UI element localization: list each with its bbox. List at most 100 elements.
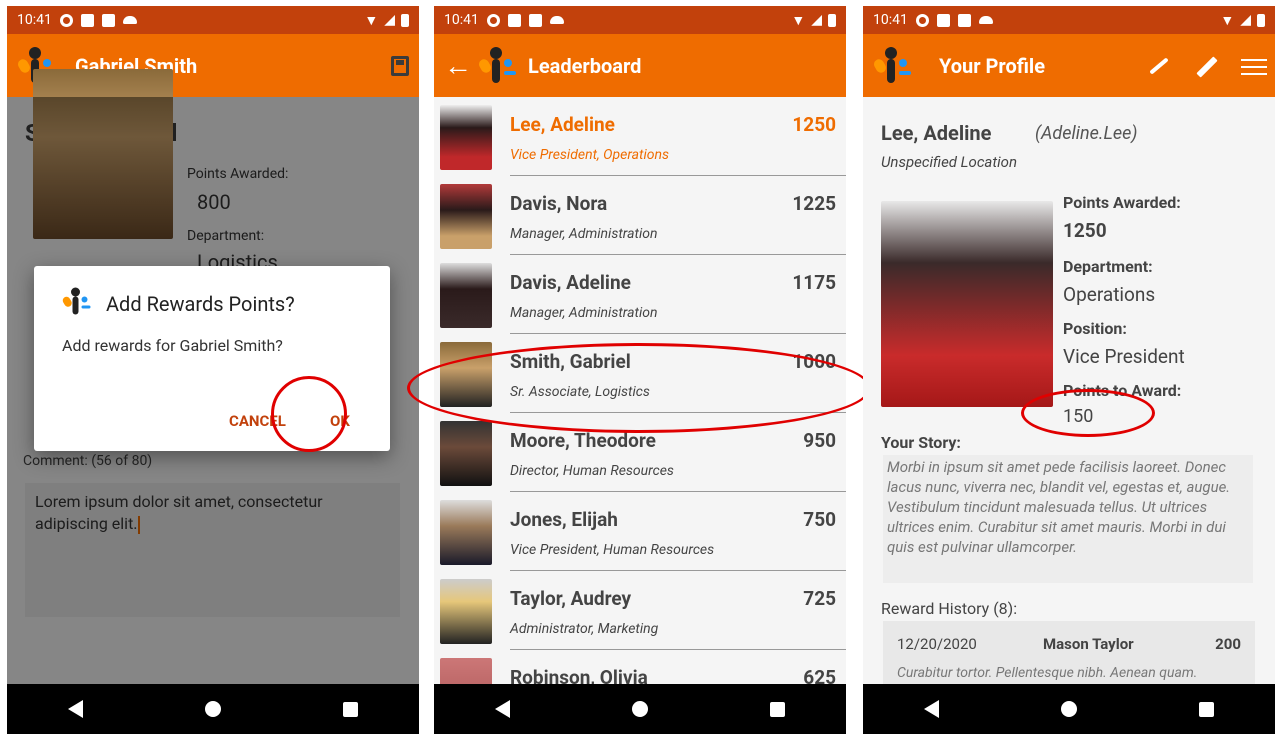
avatar bbox=[440, 421, 492, 486]
employee-name: Davis, Adeline bbox=[510, 271, 631, 294]
profile-name: Lee, Adeline bbox=[881, 121, 992, 145]
battery-icon bbox=[1257, 13, 1265, 27]
list-item[interactable]: Jones, Elijah Vice President, Human Reso… bbox=[434, 492, 846, 571]
signal-icon: ◢ bbox=[1240, 12, 1251, 28]
status-bar: 10:41 ▼ ◢ bbox=[7, 6, 419, 34]
points-value: 1250 bbox=[1063, 219, 1107, 242]
battery-icon bbox=[401, 13, 409, 27]
smith-highlight-ring bbox=[407, 343, 871, 433]
list-item[interactable]: Lee, Adeline Vice President, Operations … bbox=[434, 97, 846, 176]
employee-position: Manager, Administration bbox=[510, 226, 658, 242]
dialog-message: Add rewards for Gabriel Smith? bbox=[62, 336, 283, 355]
status-time: 10:41 bbox=[873, 12, 908, 28]
cloud-icon bbox=[978, 16, 993, 24]
back-nav-icon[interactable] bbox=[495, 700, 510, 718]
avatar bbox=[440, 184, 492, 249]
wrench-icon[interactable] bbox=[1145, 54, 1169, 78]
position-value: Vice President bbox=[1063, 345, 1185, 368]
profile-photo bbox=[881, 201, 1053, 407]
history-points: 200 bbox=[1215, 635, 1241, 653]
profile-location: Unspecified Location bbox=[881, 153, 1017, 171]
employee-points: 1175 bbox=[792, 271, 836, 294]
settings-icon bbox=[915, 13, 929, 27]
cloud-icon bbox=[122, 16, 137, 24]
story-text: Morbi in ipsum sit amet pede facilisis l… bbox=[883, 455, 1253, 583]
app-bar: Your Profile bbox=[863, 34, 1275, 97]
signal-icon: ◢ bbox=[811, 12, 822, 28]
android-nav-bar bbox=[434, 684, 846, 734]
appbar-title: Leaderboard bbox=[528, 53, 642, 78]
app-bar: ← Leaderboard bbox=[434, 34, 846, 97]
employee-points: 725 bbox=[803, 587, 836, 610]
battery-icon bbox=[828, 13, 836, 27]
employee-position: Director, Human Resources bbox=[510, 463, 674, 479]
list-item[interactable]: Davis, Adeline Manager, Administration 1… bbox=[434, 255, 846, 334]
employee-name: Jones, Elijah bbox=[510, 508, 618, 531]
wifi-icon: ▼ bbox=[364, 12, 379, 29]
department-label: Department: bbox=[1063, 257, 1153, 276]
avatar bbox=[440, 579, 492, 644]
wifi-icon: ▼ bbox=[1220, 12, 1235, 29]
history-comment: Curabitur tortor. Pellentesque nibh. Aen… bbox=[897, 665, 1198, 681]
recents-nav-icon[interactable] bbox=[343, 701, 358, 717]
ok-highlight-ring bbox=[271, 376, 347, 452]
employee-points: 1250 bbox=[792, 113, 836, 136]
employee-name: Lee, Adeline bbox=[510, 113, 615, 136]
employee-position: Vice President, Operations bbox=[510, 147, 670, 163]
back-arrow-icon[interactable]: ← bbox=[444, 49, 472, 82]
dialog-logo-icon bbox=[61, 286, 94, 318]
pencil-icon[interactable] bbox=[1193, 54, 1217, 78]
settings-icon bbox=[59, 13, 73, 27]
sim-icon bbox=[101, 13, 115, 27]
status-bar: 10:41 ▼ ◢ bbox=[434, 6, 846, 34]
employee-points: 750 bbox=[803, 508, 836, 531]
status-time: 10:41 bbox=[17, 12, 52, 28]
recents-nav-icon[interactable] bbox=[770, 701, 785, 717]
save-icon[interactable] bbox=[391, 55, 409, 76]
employee-points: 950 bbox=[803, 429, 836, 452]
phone-your-profile: 10:41 ▼ ◢ Your Profile Lee, Adeline (Adel… bbox=[863, 6, 1275, 734]
story-label: Your Story: bbox=[881, 433, 961, 452]
mail-icon bbox=[507, 13, 521, 27]
list-item[interactable]: Davis, Nora Manager, Administration 1225 bbox=[434, 176, 846, 255]
back-nav-icon[interactable] bbox=[924, 700, 939, 718]
app-logo-icon bbox=[872, 45, 915, 87]
sim-icon bbox=[957, 13, 971, 27]
history-date: 12/20/2020 bbox=[897, 635, 977, 653]
wifi-icon: ▼ bbox=[791, 12, 806, 29]
home-nav-icon[interactable] bbox=[632, 701, 648, 717]
points-label: Points Awarded: bbox=[1063, 193, 1181, 212]
mail-icon bbox=[936, 13, 950, 27]
employee-position: Vice President, Human Resources bbox=[510, 542, 715, 558]
back-nav-icon[interactable] bbox=[68, 700, 83, 718]
avatar bbox=[440, 500, 492, 565]
employee-position: Manager, Administration bbox=[510, 305, 658, 321]
mail-icon bbox=[80, 13, 94, 27]
status-time: 10:41 bbox=[444, 12, 479, 28]
employee-position: Administrator, Marketing bbox=[510, 621, 659, 637]
android-nav-bar bbox=[7, 684, 419, 734]
history-name: Mason Taylor bbox=[1043, 635, 1134, 653]
app-logo-icon bbox=[477, 45, 520, 87]
phone-add-rewards: 10:41 ▼◢ Gabriel Smith Smith, Gabriel Po… bbox=[7, 6, 419, 734]
sim-icon bbox=[528, 13, 542, 27]
avatar bbox=[440, 105, 492, 170]
recents-nav-icon[interactable] bbox=[1199, 701, 1214, 717]
home-nav-icon[interactable] bbox=[205, 701, 221, 717]
android-nav-bar bbox=[863, 684, 1275, 734]
history-label: Reward History (8): bbox=[881, 599, 1018, 618]
history-item: 12/20/2020 Mason Taylor 200 Curabitur to… bbox=[883, 621, 1255, 685]
status-bar: 10:41 ▼ ◢ bbox=[863, 6, 1275, 34]
avatar bbox=[440, 263, 492, 328]
home-nav-icon[interactable] bbox=[1061, 701, 1077, 717]
position-label: Position: bbox=[1063, 319, 1127, 338]
settings-icon bbox=[486, 13, 500, 27]
award-highlight-ring bbox=[1021, 389, 1155, 437]
signal-icon: ◢ bbox=[384, 12, 395, 28]
employee-points: 1225 bbox=[792, 192, 836, 215]
list-item[interactable]: Taylor, Audrey Administrator, Marketing … bbox=[434, 571, 846, 650]
sort-menu-icon[interactable] bbox=[1241, 54, 1267, 78]
appbar-title: Your Profile bbox=[939, 53, 1046, 78]
cloud-icon bbox=[549, 16, 564, 24]
department-value: Operations bbox=[1063, 283, 1156, 306]
